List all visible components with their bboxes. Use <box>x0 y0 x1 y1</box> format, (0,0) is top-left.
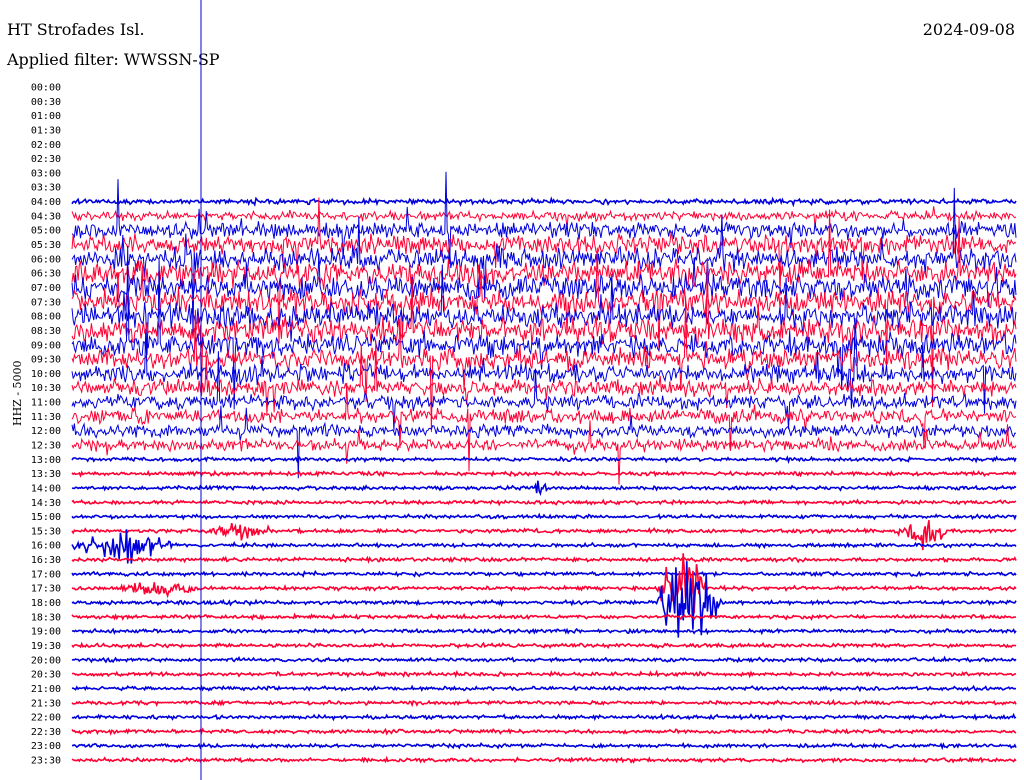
trace-1830 <box>71 612 1017 621</box>
trace-2200 <box>71 712 1017 722</box>
tick-label: 22:30 <box>31 727 61 738</box>
helicorder-plot: 00:00 00:30 01:00 01:30 02:00 02:30 03:00 03:30… <box>31 0 1017 780</box>
tick-label: 16:30 <box>31 555 61 566</box>
tick-label: 22:00 <box>31 713 61 724</box>
trace-1130 <box>71 382 1017 472</box>
tick-label: 11:00 <box>31 398 61 409</box>
trace-1300 <box>71 455 1017 465</box>
tick-label: 07:30 <box>31 297 61 308</box>
trace-1630 <box>71 555 1017 565</box>
tick-label: 23:00 <box>31 741 61 752</box>
trace-1930 <box>71 641 1017 650</box>
tick-label: 20:30 <box>31 670 61 681</box>
tick-label: 03:30 <box>31 183 61 194</box>
tick-label: 05:00 <box>31 226 61 237</box>
tick-label: 02:30 <box>31 154 61 165</box>
tick-label: 21:30 <box>31 698 61 709</box>
time-tick-labels: 00:00 00:30 01:00 01:30 02:00 02:30 03:00 03:30… <box>31 83 61 767</box>
tick-label: 00:00 <box>31 83 61 94</box>
trace-2030 <box>71 669 1017 679</box>
tick-label: 07:00 <box>31 283 61 294</box>
tick-label: 15:00 <box>31 512 61 523</box>
tick-label: 19:00 <box>31 627 61 638</box>
tick-label: 21:00 <box>31 684 61 695</box>
trace-0400 <box>71 196 1017 208</box>
tick-label: 10:30 <box>31 383 61 394</box>
trace-1900 <box>71 627 1017 636</box>
tick-label: 12:30 <box>31 441 61 452</box>
tick-label: 15:30 <box>31 526 61 537</box>
tick-label: 17:00 <box>31 569 61 580</box>
tick-label: 13:00 <box>31 455 61 466</box>
trace-1700 <box>71 569 1017 579</box>
tick-label: 14:30 <box>31 498 61 509</box>
trace-1430 <box>71 498 1017 507</box>
tick-label: 01:30 <box>31 126 61 137</box>
tick-label: 04:00 <box>31 197 61 208</box>
trace-1400 <box>71 480 1017 497</box>
tick-label: 09:30 <box>31 355 61 366</box>
tick-label: 18:30 <box>31 612 61 623</box>
tick-label: 02:00 <box>31 140 61 151</box>
trace-2330 <box>71 755 1017 764</box>
tick-label: 08:30 <box>31 326 61 337</box>
tick-label: 23:30 <box>31 756 61 767</box>
tick-label: 05:30 <box>31 240 61 251</box>
tick-label: 01:00 <box>31 111 61 122</box>
tick-label: 09:00 <box>31 340 61 351</box>
trace-1500 <box>71 512 1017 521</box>
trace-2300 <box>71 741 1017 751</box>
tick-label: 06:00 <box>31 254 61 265</box>
trace-2100 <box>71 684 1017 693</box>
tick-label: 20:00 <box>31 655 61 666</box>
trace-lines <box>71 171 1017 764</box>
tick-label: 10:00 <box>31 369 61 380</box>
trace-0430 <box>71 206 1017 229</box>
tick-label: 17:30 <box>31 584 61 595</box>
tick-label: 13:30 <box>31 469 61 480</box>
tick-label: 11:30 <box>31 412 61 423</box>
tick-label: 06:30 <box>31 269 61 280</box>
tick-label: 00:30 <box>31 97 61 108</box>
tick-label: 08:00 <box>31 312 61 323</box>
trace-1200 <box>71 405 1017 479</box>
tick-label: 03:00 <box>31 168 61 179</box>
trace-2230 <box>71 727 1017 736</box>
tick-label: 16:00 <box>31 541 61 552</box>
trace-1330 <box>71 469 1017 478</box>
tick-label: 04:30 <box>31 211 61 222</box>
trace-1800 <box>71 561 1017 638</box>
trace-2130 <box>71 698 1017 708</box>
seismogram-page: HT Strofades Isl. 2024-09-08 Applied fil… <box>0 0 1024 780</box>
tick-label: 19:30 <box>31 641 61 652</box>
tick-label: 12:00 <box>31 426 61 437</box>
tick-label: 18:00 <box>31 598 61 609</box>
trace-2000 <box>71 655 1017 664</box>
tick-label: 14:00 <box>31 484 61 495</box>
